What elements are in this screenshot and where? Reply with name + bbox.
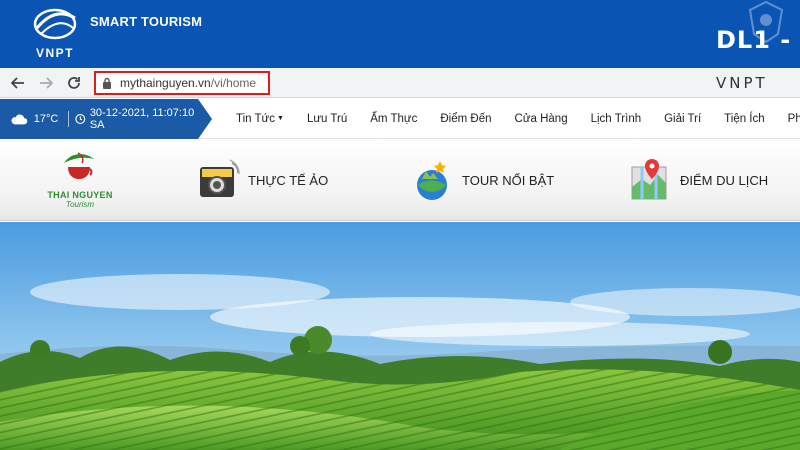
vnpt-globe-icon: [33, 8, 77, 40]
feature-tourist-spots[interactable]: ĐIỂM DU LỊCH: [628, 156, 768, 204]
feature-label: THỰC TẾ ẢO: [248, 172, 329, 188]
clock-icon: [75, 113, 86, 125]
feature-label: TOUR NỔI BẬT: [462, 172, 555, 188]
feature-bar: THAI NGUYEN Tourism THỰC TẾ ẢO TOUR NỔI …: [0, 139, 800, 221]
feature-label: ĐIỂM DU LỊCH: [680, 172, 769, 188]
divider: [68, 111, 70, 127]
vnpt-wordmark: VNPT: [35, 46, 74, 60]
logo-line-1: THAI NGUYEN: [47, 190, 113, 200]
reload-icon[interactable]: [63, 72, 85, 94]
menu-item-tin-tuc[interactable]: Tin Tức ▼: [236, 113, 284, 125]
globe-tour-icon: [417, 161, 447, 200]
back-arrow-icon[interactable]: [7, 72, 29, 94]
url-path: /vi/home: [210, 76, 257, 90]
menu-item-tien-ich[interactable]: Tiện Ích: [724, 113, 764, 125]
forward-arrow-icon[interactable]: [35, 72, 57, 94]
address-bar[interactable]: mythainguyen.vn/vi/home: [94, 71, 270, 95]
temperature: 17°C: [33, 113, 59, 125]
browser-toolbar: mythainguyen.vn/vi/home: [0, 68, 800, 98]
main-menu: Tin Tức ▼ Lưu Trú Ẩm Thực Điểm Đến Cửa Hà…: [236, 99, 800, 139]
caret-down-icon: ▼: [277, 115, 284, 123]
menu-item-lich-trinh[interactable]: Lịch Trình: [591, 113, 642, 125]
menu-item-diem-den[interactable]: Điểm Đến: [440, 113, 491, 125]
vnpt-banner: VNPT SMART TOURISM DL1 -: [0, 0, 800, 68]
tea-cup-logo-icon: [64, 152, 94, 179]
cloud-icon: [11, 114, 28, 125]
site-top-nav: 17°C 30-12-2021, 11:07:10 SA Tin Tức ▼ Lư…: [0, 99, 800, 139]
map-pin-icon: [631, 159, 667, 200]
vr-camera-icon: [200, 159, 240, 197]
menu-item-giai-tri[interactable]: Giải Trí: [664, 113, 701, 125]
banner-title: SMART TOURISM: [90, 14, 203, 29]
url-text: mythainguyen.vn/vi/home: [120, 76, 256, 90]
menu-item-truncated[interactable]: Ph: [788, 113, 800, 125]
datetime: 30-12-2021, 11:07:10 SA: [89, 107, 195, 131]
vnpt-logo: VNPT: [30, 4, 80, 62]
tea-hills-landscape: [0, 222, 800, 450]
weather-widget: 17°C 30-12-2021, 11:07:10 SA: [0, 99, 212, 139]
hero-banner-image: [0, 222, 800, 450]
feature-featured-tours[interactable]: TOUR NỔI BẬT: [410, 156, 554, 204]
thai-nguyen-logo[interactable]: THAI NGUYEN Tourism: [40, 149, 120, 215]
lock-icon: [103, 77, 111, 89]
url-host: mythainguyen.vn: [120, 76, 211, 90]
logo-line-2: Tourism: [65, 200, 95, 209]
menu-item-luu-tru[interactable]: Lưu Trú: [307, 113, 347, 125]
browser-brand-label: VNPT: [716, 74, 768, 92]
watermark-icon: [748, 0, 784, 44]
menu-item-cua-hang[interactable]: Cửa Hàng: [515, 113, 568, 125]
menu-item-label: Tin Tức: [236, 113, 276, 125]
feature-virtual-reality[interactable]: THỰC TẾ ẢO: [196, 156, 328, 204]
menu-item-am-thuc[interactable]: Ẩm Thực: [370, 113, 417, 125]
